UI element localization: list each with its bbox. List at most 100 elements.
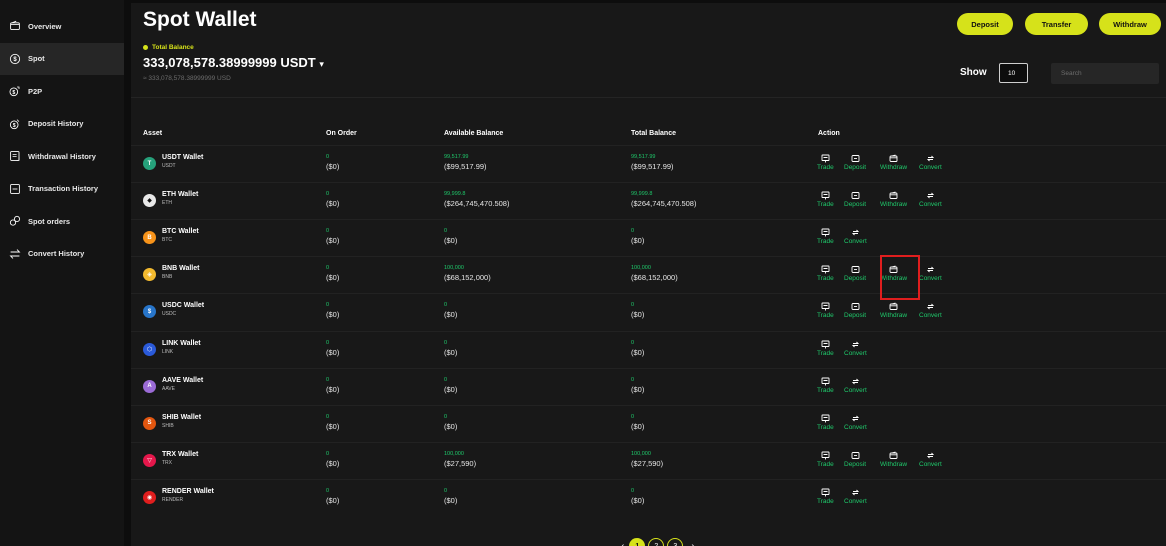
row-divider	[131, 256, 1166, 258]
table-row: ◉ RENDER Wallet RENDER 0 ($0) 0 ($0) 0 ($0) Trade…	[131, 482, 1166, 516]
convert-icon	[926, 452, 934, 459]
convert-action-button[interactable]: Convert	[844, 340, 867, 357]
wallet-name: LINK Wallet	[162, 339, 201, 347]
trade-action-button[interactable]: Trade	[817, 154, 834, 171]
deposit-action-button[interactable]: Deposit	[844, 451, 866, 468]
trade-icon	[821, 488, 830, 497]
sidebar-item-convert-history[interactable]: Convert History	[0, 238, 124, 271]
wallet-symbol: USDT	[162, 163, 176, 169]
deposit-action-button[interactable]: Deposit	[844, 302, 866, 319]
deposit-icon	[851, 155, 859, 162]
convert-icon	[926, 155, 934, 162]
convert-action-button[interactable]: Convert	[919, 154, 942, 171]
convert-action-button[interactable]: Convert	[844, 377, 867, 394]
trade-icon	[821, 302, 830, 311]
total-cell: 99,517.99 ($99,517.99)	[631, 154, 674, 171]
sidebar-item-label: Transaction History	[28, 184, 99, 194]
trade-action-button[interactable]: Trade	[817, 228, 834, 245]
header-divider	[131, 97, 1166, 98]
page-button-3[interactable]: 3	[667, 538, 684, 546]
withdraw-action-button[interactable]: Withdraw	[880, 154, 907, 171]
deposit-action-button[interactable]: Deposit	[844, 191, 866, 208]
eth-coin-icon: ◆	[143, 194, 156, 208]
total-cell: 0 ($0)	[631, 302, 645, 320]
wallet-name: SHIB Wallet	[162, 413, 202, 421]
total-cell: 0 ($0)	[631, 228, 645, 246]
trade-action-button[interactable]: Trade	[817, 414, 834, 431]
trade-icon	[821, 340, 830, 348]
sidebar-item-withdrawal-history[interactable]: Withdrawal History	[0, 140, 124, 173]
on-order-cell: 0 ($0)	[326, 376, 340, 394]
page-button-2[interactable]: 2	[648, 538, 665, 546]
trade-action-button[interactable]: Trade	[817, 377, 834, 394]
trade-action-label: Trade	[817, 386, 834, 394]
withdraw-action-button[interactable]: Withdraw	[880, 451, 907, 468]
deposit-action-button[interactable]: Deposit	[844, 154, 866, 171]
wallet-symbol: SHIB	[162, 422, 174, 429]
total-balance-value[interactable]: 333,078,578.38999999 USDT ▾	[143, 55, 324, 70]
caret-down-icon[interactable]: ▾	[319, 59, 324, 69]
table-row: $ USDC Wallet USDC 0 ($0) 0 ($0) 0 ($0) Trade Depo…	[131, 296, 1166, 330]
convert-action-label: Convert	[919, 164, 942, 171]
shib-coin-icon: S	[143, 416, 156, 430]
convert-icon	[851, 489, 859, 496]
trade-action-button[interactable]: Trade	[817, 451, 834, 468]
convert-action-button[interactable]: Convert	[919, 451, 942, 468]
sidebar-item-p2p[interactable]: $ P2P	[0, 75, 124, 108]
svg-text:$: $	[13, 57, 17, 63]
sidebar-item-overview[interactable]: Overview	[0, 10, 124, 43]
trade-icon	[821, 191, 830, 200]
trade-action-button[interactable]: Trade	[817, 265, 834, 282]
wallet-symbol: BTC	[162, 237, 172, 244]
sidebar-item-deposit-history[interactable]: $ Deposit History	[0, 108, 124, 141]
total-cell: 100,000 ($27,590)	[631, 450, 664, 468]
sidebar-item-label: Convert History	[28, 249, 85, 259]
deposit-button[interactable]: Deposit	[957, 13, 1013, 35]
p2p-icon: $	[9, 86, 20, 97]
withdraw-action-button[interactable]: Withdraw	[880, 191, 907, 208]
withdraw-button[interactable]: Withdraw	[1099, 13, 1161, 35]
convert-action-button[interactable]: Convert	[844, 414, 867, 431]
sidebar-item-label: Spot	[28, 54, 45, 64]
row-divider	[131, 478, 1166, 480]
sidebar-item-transaction-history[interactable]: Transaction History	[0, 173, 124, 206]
table-row: ◈ BNB Wallet BNB 0 ($0) 100,000 ($68,152,000) 1…	[131, 259, 1166, 293]
next-page-button[interactable]: ›	[691, 541, 694, 546]
withdraw-icon	[889, 302, 898, 311]
available-cell: 0 ($0)	[444, 339, 458, 357]
show-label: Show	[960, 67, 987, 78]
page-button-1[interactable]: 1	[629, 538, 646, 546]
wallet-symbol: AAVE	[162, 385, 175, 392]
total-cell: 0 ($0)	[631, 376, 645, 394]
convert-action-button[interactable]: Convert	[919, 265, 942, 282]
withdraw-action-button[interactable]: Withdraw	[880, 265, 907, 282]
convert-action-button[interactable]: Convert	[919, 302, 942, 319]
withdraw-action-button[interactable]: Withdraw	[880, 302, 907, 319]
convert-action-button[interactable]: Convert	[919, 191, 942, 208]
search-input[interactable]	[1051, 63, 1159, 84]
convert-action-label: Convert	[844, 497, 867, 505]
withdraw-icon	[889, 451, 898, 459]
trade-action-button[interactable]: Trade	[817, 488, 834, 505]
prev-page-button[interactable]: ‹	[621, 541, 624, 546]
withdraw-icon	[889, 154, 898, 162]
sidebar-item-spot[interactable]: $ Spot	[0, 42, 124, 75]
withdraw-action-label: Withdraw	[880, 312, 908, 320]
trade-action-label: Trade	[817, 164, 834, 171]
sidebar-item-spot-orders[interactable]: Spot orders	[0, 205, 124, 238]
page-size-select[interactable]: 10	[999, 63, 1028, 83]
pagination: ‹ 1 2 3 ›	[616, 538, 700, 546]
trade-action-button[interactable]: Trade	[817, 340, 834, 357]
convert-action-button[interactable]: Convert	[844, 488, 867, 505]
trade-action-button[interactable]: Trade	[817, 302, 834, 319]
wallet-name: USDC Wallet	[162, 302, 205, 310]
transfer-button[interactable]: Transfer	[1025, 13, 1088, 35]
trade-action-button[interactable]: Trade	[817, 191, 834, 208]
convert-icon	[926, 304, 934, 310]
available-cell: 99,517.99 ($99,517.99)	[444, 154, 487, 171]
link-coin-icon: ⬡	[143, 342, 156, 356]
page-title: Spot Wallet	[143, 8, 257, 31]
deposit-action-button[interactable]: Deposit	[844, 265, 866, 282]
convert-action-button[interactable]: Convert	[844, 228, 867, 245]
deposit-action-label: Deposit	[844, 164, 867, 171]
